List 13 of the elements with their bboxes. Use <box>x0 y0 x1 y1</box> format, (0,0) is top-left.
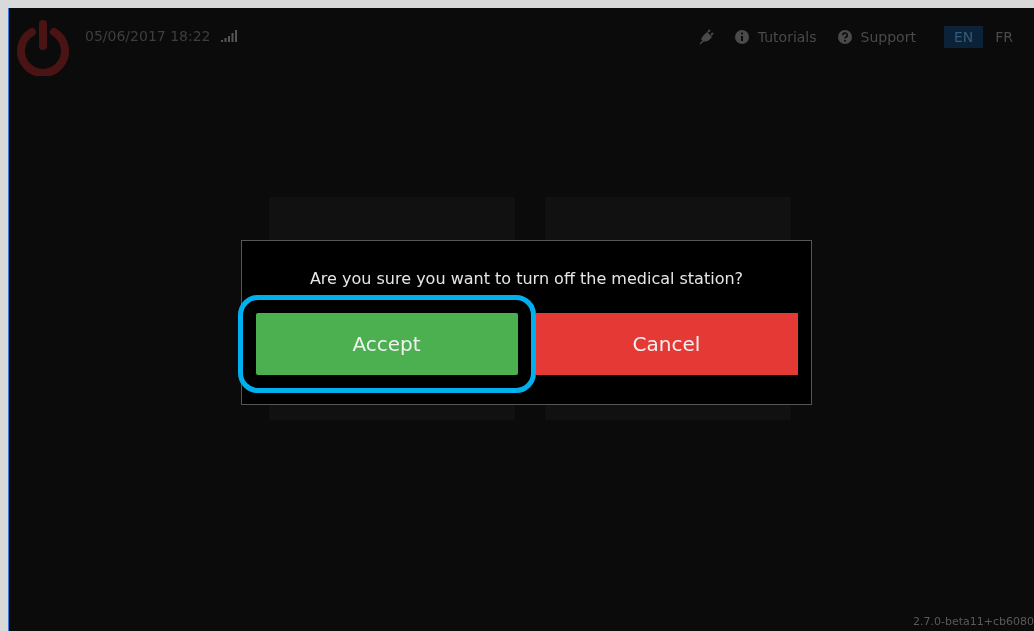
help-icon <box>836 29 853 45</box>
info-icon <box>733 29 750 45</box>
header-link[interactable]: Tutorials <box>757 29 817 45</box>
accept-button[interactable]: Accept <box>255 313 518 375</box>
header-link[interactable]: Support <box>860 29 916 45</box>
plug-icon <box>697 29 714 45</box>
power-icon[interactable] <box>15 20 71 76</box>
signal-icon <box>220 30 237 42</box>
dialog-message: Are you sure you want to turn off the medical station? <box>309 269 744 288</box>
language-option[interactable]: FR <box>985 26 1023 48</box>
cancel-button[interactable]: Cancel <box>535 313 798 375</box>
version-text: 2.7.0-beta11+cb6080 <box>913 615 1034 628</box>
language-option[interactable]: EN <box>943 26 984 48</box>
